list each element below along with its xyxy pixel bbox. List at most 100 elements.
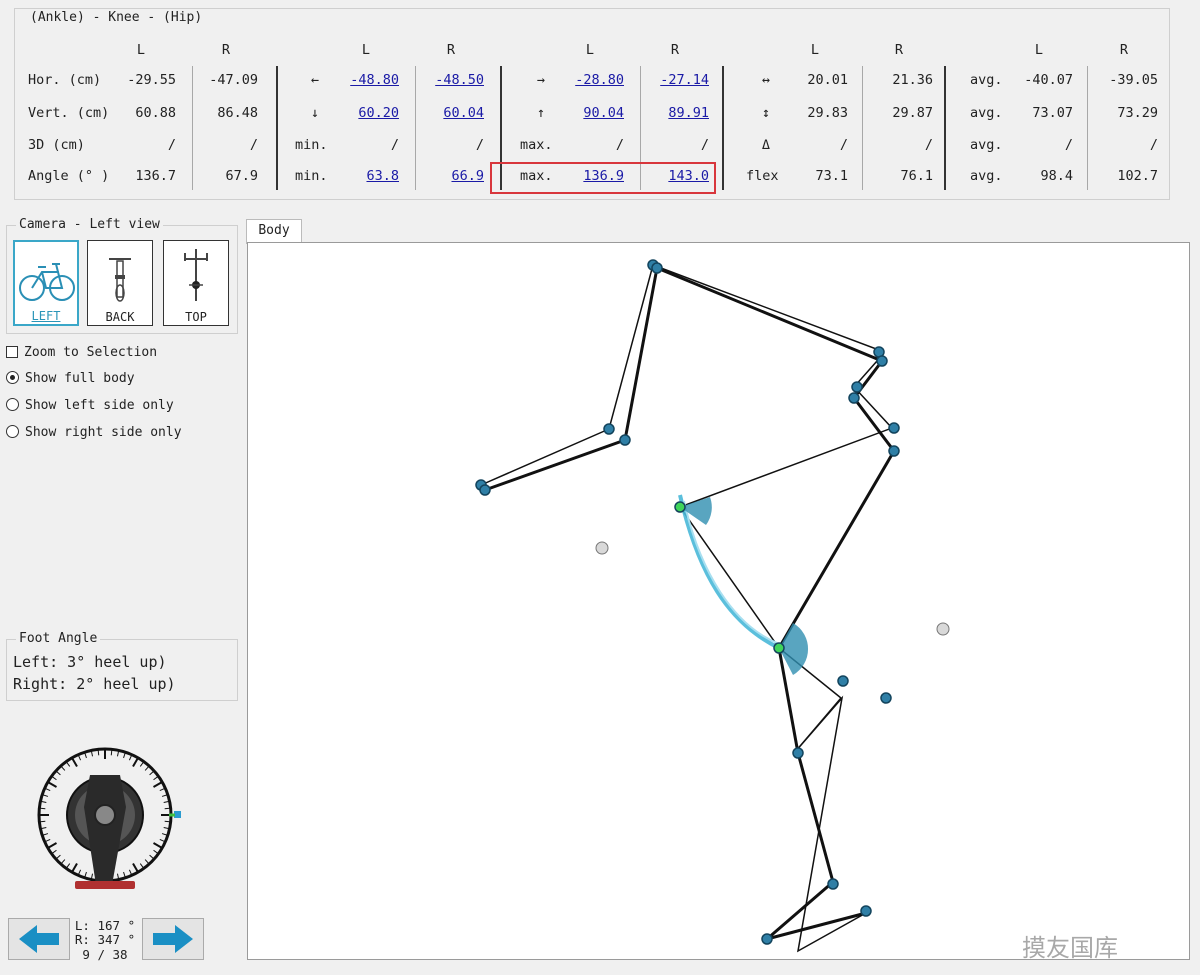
camera-left-button[interactable]: LEFT — [13, 240, 79, 326]
camera-top-label: TOP — [185, 310, 207, 324]
metric-g1-L-row1[interactable]: 60.20 — [340, 103, 399, 123]
next-frame-button[interactable] — [142, 918, 204, 960]
radio-indicator[interactable] — [6, 371, 19, 384]
metric-g3-label-row2: Δ — [761, 137, 771, 153]
metric-label-row2: 3D (cm) — [28, 137, 85, 153]
metric-g4-L-row3: 98.4 — [1040, 168, 1073, 184]
metric-g1-label-row0: ← — [310, 72, 320, 88]
metric-val-L-row1: 60.88 — [135, 105, 176, 121]
full-body-label: Show full body — [25, 371, 135, 386]
foot-angle-legend: Foot Angle — [16, 631, 101, 646]
column-header-l: L — [585, 42, 595, 58]
column-header-l: L — [361, 42, 371, 58]
column-header-l: L — [1034, 42, 1044, 58]
metric-g4-R-row1: 73.29 — [1117, 105, 1158, 121]
metric-label-row3: Angle (° ) — [28, 168, 110, 184]
skeleton-drawing — [475, 259, 950, 953]
joint-markers — [475, 259, 900, 945]
metric-val-L-row3: 136.7 — [135, 168, 176, 184]
metric-g1-label-row3: min. — [295, 168, 328, 184]
zoom-to-selection-checkbox[interactable]: Zoom to Selection — [6, 344, 157, 362]
metric-g4-label-row2: avg. — [970, 137, 1003, 153]
metric-g2-R-row1[interactable]: 89.91 — [650, 103, 709, 123]
knee-angle-arc-inner — [683, 500, 778, 644]
column-separator — [192, 66, 193, 190]
metric-g1-label-row2: min. — [295, 137, 328, 153]
camera-back-button[interactable]: BACK — [87, 240, 153, 326]
metric-g3-L-row2: / — [839, 137, 848, 153]
metric-g3-label-row1: ↕ — [761, 105, 771, 121]
column-header-r: R — [1119, 42, 1129, 58]
metric-g2-L-row1[interactable]: 90.04 — [565, 103, 624, 123]
checkbox-box[interactable] — [6, 346, 18, 358]
arrow-left-icon — [19, 925, 59, 953]
camera-legend: Camera - Left view — [16, 217, 163, 232]
crank-dial[interactable] — [30, 735, 200, 900]
body-canvas[interactable] — [247, 242, 1190, 960]
camera-top-button[interactable]: TOP — [163, 240, 229, 326]
foot-angle-right: Right: 2° heel up) — [13, 675, 176, 693]
frame-counter: 9 / 38 — [82, 947, 128, 962]
metric-g1-R-row2: / — [475, 137, 484, 153]
radio-indicator[interactable] — [6, 398, 19, 411]
knee-angle-arc — [678, 494, 780, 650]
metric-g3-L-row1: 29.83 — [807, 105, 848, 121]
metric-val-R-row3: 67.9 — [225, 168, 258, 184]
metric-label-row0: Hor. (cm) — [28, 72, 102, 88]
previous-frame-button[interactable] — [8, 918, 70, 960]
metric-g3-L-row3: 73.1 — [815, 168, 848, 184]
metric-g2-label-row2: max. — [520, 137, 553, 153]
hip-joint — [674, 501, 686, 513]
crank-arm — [84, 775, 126, 885]
metric-g4-R-row3: 102.7 — [1117, 168, 1158, 184]
reference-point — [595, 541, 609, 555]
metric-g2-L-row2: / — [615, 137, 624, 153]
metric-g4-L-row2: / — [1064, 137, 1073, 153]
metric-val-R-row1: 86.48 — [217, 105, 258, 121]
crank-right-angle: R: 347 ° — [74, 932, 136, 947]
metric-g3-R-row1: 29.87 — [892, 105, 933, 121]
metric-g1-L-row2: / — [390, 137, 399, 153]
reference-point — [936, 622, 950, 636]
metric-g2-label-row0: → — [536, 72, 546, 88]
thin-limbs — [480, 264, 894, 953]
metric-g4-label-row0: avg. — [970, 72, 1003, 88]
metric-g3-R-row3: 76.1 — [900, 168, 933, 184]
metric-g1-R-row3[interactable]: 66.9 — [425, 166, 484, 186]
metric-g2-R-row2: / — [700, 137, 709, 153]
show-right-side-radio[interactable]: Show right side only — [6, 424, 182, 442]
bicycle-icon — [19, 263, 75, 301]
column-separator — [1087, 66, 1088, 190]
tab-body[interactable]: Body — [246, 219, 302, 244]
right-only-label: Show right side only — [25, 425, 182, 440]
metric-g1-L-row0[interactable]: -48.80 — [340, 70, 399, 90]
metric-g2-L-row0[interactable]: -28.80 — [565, 70, 624, 90]
show-full-body-radio[interactable]: Show full body — [6, 370, 135, 388]
pedal — [75, 881, 135, 889]
metric-g1-R-row0[interactable]: -48.50 — [425, 70, 484, 90]
column-header-r: R — [221, 42, 231, 58]
metric-g1-label-row1: ↓ — [310, 105, 320, 121]
show-left-side-radio[interactable]: Show left side only — [6, 397, 174, 415]
column-separator — [415, 66, 416, 190]
zoom-label: Zoom to Selection — [24, 345, 158, 360]
watermark: 摸友国库 — [1022, 934, 1118, 962]
metric-g1-R-row1[interactable]: 60.04 — [425, 103, 484, 123]
max-angle-highlight — [490, 162, 716, 194]
knee-joint — [773, 642, 785, 654]
arrow-right-icon — [153, 925, 193, 953]
column-header-r: R — [670, 42, 680, 58]
metric-g4-label-row3: avg. — [970, 168, 1003, 184]
metric-g1-L-row3[interactable]: 63.8 — [340, 166, 399, 186]
column-header-l: L — [136, 42, 146, 58]
column-separator — [862, 66, 863, 190]
metric-g3-label-row0: ↔ — [761, 72, 771, 88]
column-separator — [722, 66, 724, 190]
crank-left-angle: L: 167 ° — [74, 918, 136, 933]
radio-indicator[interactable] — [6, 425, 19, 438]
dial-tick — [152, 781, 163, 788]
column-separator — [276, 66, 278, 190]
metric-g2-label-row1: ↑ — [536, 105, 546, 121]
metric-val-R-row2: / — [249, 137, 258, 153]
metric-g2-R-row0[interactable]: -27.14 — [650, 70, 709, 90]
